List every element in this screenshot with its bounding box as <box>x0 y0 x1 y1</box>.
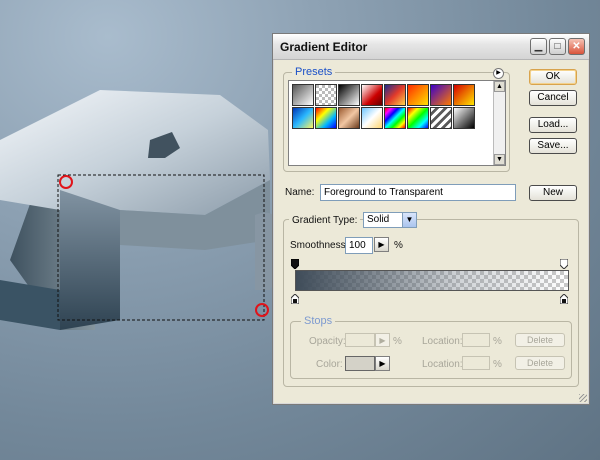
selection-handle-end[interactable] <box>255 303 269 317</box>
opacity-location-field[interactable] <box>462 333 490 347</box>
preset-swatch[interactable] <box>384 107 406 129</box>
smoothness-slider-button[interactable]: ▶ <box>374 237 389 252</box>
preset-swatch[interactable] <box>407 107 429 129</box>
maximize-button[interactable]: □ <box>549 38 566 55</box>
title-bar[interactable]: Gradient Editor ▁ □ ✕ <box>273 34 589 60</box>
opacity-location-unit: % <box>493 336 502 347</box>
flyout-arrow-icon: ▶ <box>379 359 386 368</box>
preset-swatch[interactable] <box>361 107 383 129</box>
name-field[interactable]: Foreground to Transparent <box>320 184 516 201</box>
preset-swatch[interactable] <box>292 107 314 129</box>
stops-label: Stops <box>301 315 336 327</box>
gradient-bar[interactable] <box>295 270 569 291</box>
name-label: Name: <box>285 187 315 198</box>
color-label: Color: <box>316 359 343 370</box>
resize-grip-icon[interactable] <box>579 394 587 402</box>
color-menu-button[interactable]: ▶ <box>375 356 390 371</box>
presets-list: ▲ ▼ <box>288 80 506 166</box>
opacity-stop-right[interactable] <box>560 259 568 269</box>
opacity-stop-left[interactable] <box>291 259 299 269</box>
gradient-type-select[interactable]: Solid ▼ <box>363 212 417 228</box>
load-button[interactable]: Load... <box>529 117 577 133</box>
opacity-field[interactable] <box>345 333 375 347</box>
presets-scrollbar[interactable]: ▲ ▼ <box>493 81 505 165</box>
preset-swatch[interactable] <box>361 84 383 106</box>
chevron-down-icon: ▼ <box>402 213 416 227</box>
preset-swatch[interactable] <box>384 84 406 106</box>
smoothness-label: Smoothness: <box>290 240 349 251</box>
flyout-arrow-icon: ▶ <box>496 70 501 76</box>
color-delete-button[interactable]: Delete <box>515 356 565 370</box>
preset-swatch[interactable] <box>338 84 360 106</box>
minimize-icon: ▁ <box>534 41 543 52</box>
opacity-unit: % <box>393 336 402 347</box>
opacity-location-label: Location: <box>422 336 463 347</box>
color-stop-right[interactable] <box>560 294 568 304</box>
flyout-arrow-icon: ▶ <box>378 240 385 249</box>
preset-swatches <box>292 84 475 129</box>
gradient-type-value: Solid <box>367 214 390 225</box>
close-button[interactable]: ✕ <box>568 38 585 55</box>
preset-swatch[interactable] <box>315 84 337 106</box>
gradient-editor-dialog: Gradient Editor ▁ □ ✕ Presets ▶ ▲ ▼ OK C… <box>272 33 590 405</box>
preset-swatch[interactable] <box>453 84 475 106</box>
color-swatch[interactable] <box>345 356 375 371</box>
maximize-icon: □ <box>554 41 561 52</box>
opacity-delete-button[interactable]: Delete <box>515 333 565 347</box>
preset-swatch[interactable] <box>453 107 475 129</box>
minimize-button[interactable]: ▁ <box>530 38 547 55</box>
opacity-label: Opacity: <box>309 336 346 347</box>
smoothness-unit: % <box>394 240 403 251</box>
scroll-up-icon[interactable]: ▲ <box>494 81 505 92</box>
save-button[interactable]: Save... <box>529 138 577 154</box>
preset-swatch[interactable] <box>315 107 337 129</box>
letter-p-3d <box>0 90 284 330</box>
preset-swatch[interactable] <box>430 84 452 106</box>
smoothness-field[interactable]: 100 <box>345 237 373 254</box>
preset-swatch[interactable] <box>338 107 360 129</box>
presets-label: Presets <box>292 66 336 78</box>
new-button[interactable]: New <box>529 185 577 201</box>
gradient-type-label: Gradient Type: <box>289 215 361 226</box>
opacity-slider-button[interactable]: ▶ <box>375 333 390 347</box>
stops-group: Stops <box>290 315 572 379</box>
preset-swatch[interactable] <box>430 107 452 129</box>
preset-swatch[interactable] <box>292 84 314 106</box>
scroll-down-icon[interactable]: ▼ <box>494 154 505 165</box>
cancel-button[interactable]: Cancel <box>529 90 577 106</box>
close-icon: ✕ <box>572 41 581 52</box>
color-location-field[interactable] <box>462 356 490 370</box>
ok-button[interactable]: OK <box>529 69 577 85</box>
color-location-label: Location: <box>422 359 463 370</box>
dialog-title: Gradient Editor <box>280 40 368 54</box>
flyout-arrow-icon: ▶ <box>379 336 386 345</box>
preset-swatch[interactable] <box>407 84 429 106</box>
presets-menu-button[interactable]: ▶ <box>493 68 504 79</box>
color-stop-left[interactable] <box>291 294 299 304</box>
color-location-unit: % <box>493 359 502 370</box>
